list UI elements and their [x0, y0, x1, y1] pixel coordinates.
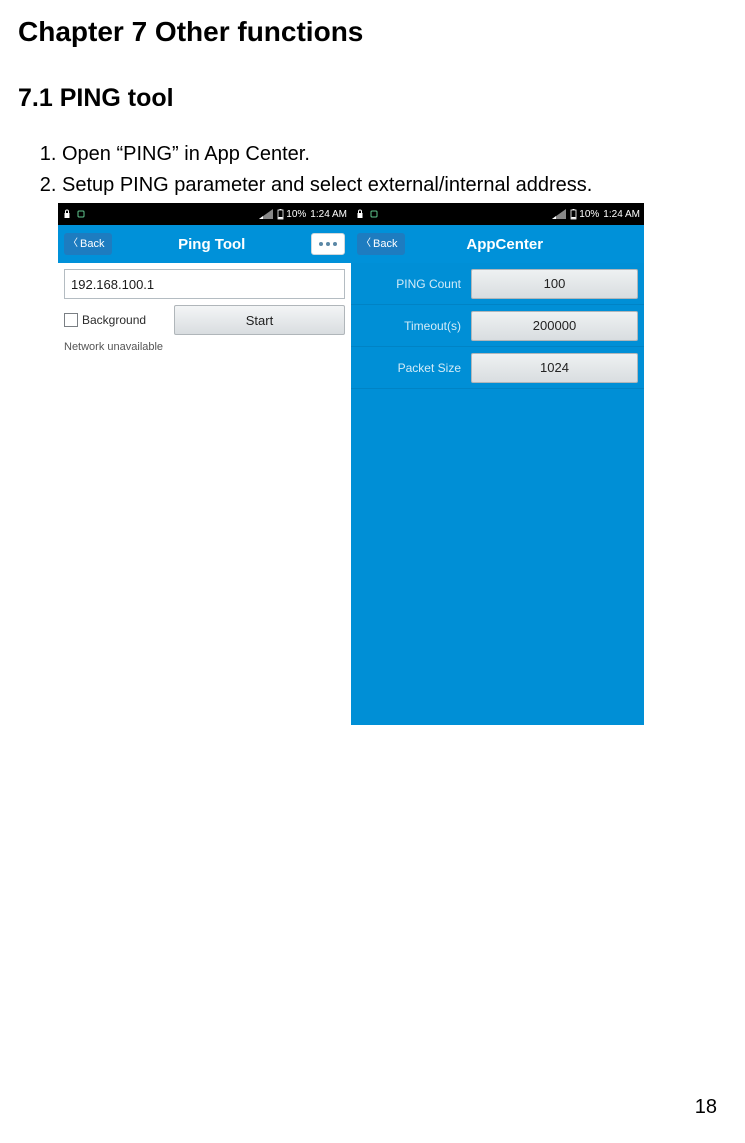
step-list: Open “PING” in App Center. Setup PING pa… — [62, 141, 727, 199]
timeout-input[interactable]: 200000 — [471, 311, 638, 341]
chevron-left-icon: 〈 — [68, 239, 78, 249]
chevron-left-icon: 〈 — [361, 239, 371, 249]
back-button[interactable]: 〈Back — [357, 233, 405, 255]
settings-content: PING Count 100 Timeout(s) 200000 Packet … — [351, 263, 644, 725]
setting-row-timeout: Timeout(s) 200000 — [351, 305, 644, 347]
setting-row-packet-size: Packet Size 1024 — [351, 347, 644, 389]
debug-icon — [369, 209, 379, 219]
checkbox-icon — [64, 313, 78, 327]
step-item: Open “PING” in App Center. — [62, 141, 727, 168]
signal-icon — [259, 209, 273, 219]
status-bar: 10% 1:24 AM — [58, 203, 351, 225]
menu-button[interactable] — [311, 233, 345, 255]
menu-spacer — [604, 233, 638, 255]
battery-percent: 10% — [286, 209, 306, 220]
background-checkbox[interactable]: Background — [64, 313, 168, 327]
battery-icon — [570, 209, 577, 220]
chapter-title: Chapter 7 Other functions — [18, 16, 727, 48]
debug-icon — [76, 209, 86, 219]
step-item: Setup PING parameter and select external… — [62, 172, 727, 199]
status-bar: 10% 1:24 AM — [351, 203, 644, 225]
packet-size-input[interactable]: 1024 — [471, 353, 638, 383]
lock-icon — [62, 209, 72, 219]
app-title: Ping Tool — [120, 236, 303, 253]
network-status: Network unavailable — [64, 341, 345, 353]
battery-percent: 10% — [579, 209, 599, 220]
app-bar: 〈Back Ping Tool — [58, 225, 351, 263]
lock-icon — [355, 209, 365, 219]
setting-label: Packet Size — [351, 361, 471, 375]
start-button[interactable]: Start — [174, 305, 345, 335]
background-label: Background — [82, 313, 146, 327]
battery-icon — [277, 209, 284, 220]
ip-address-input[interactable]: 192.168.100.1 — [64, 269, 345, 299]
setting-label: PING Count — [351, 277, 471, 291]
app-title: AppCenter — [413, 236, 596, 253]
setting-row-ping-count: PING Count 100 — [351, 263, 644, 305]
page-number: 18 — [695, 1096, 717, 1119]
phone-ping-tool: 10% 1:24 AM 〈Back Ping Tool 192.168.100.… — [58, 203, 351, 725]
app-bar: 〈Back AppCenter — [351, 225, 644, 263]
ping-count-input[interactable]: 100 — [471, 269, 638, 299]
phone-appcenter: 10% 1:24 AM 〈Back AppCenter PING Count 1… — [351, 203, 644, 725]
back-label: Back — [373, 238, 397, 250]
back-label: Back — [80, 238, 104, 250]
ping-content: 192.168.100.1 Background Start Network u… — [58, 263, 351, 725]
back-button[interactable]: 〈Back — [64, 233, 112, 255]
setting-label: Timeout(s) — [351, 319, 471, 333]
screenshot-row: 10% 1:24 AM 〈Back Ping Tool 192.168.100.… — [58, 203, 727, 725]
clock: 1:24 AM — [603, 209, 640, 220]
section-title: 7.1 PING tool — [18, 84, 727, 113]
signal-icon — [552, 209, 566, 219]
clock: 1:24 AM — [310, 209, 347, 220]
